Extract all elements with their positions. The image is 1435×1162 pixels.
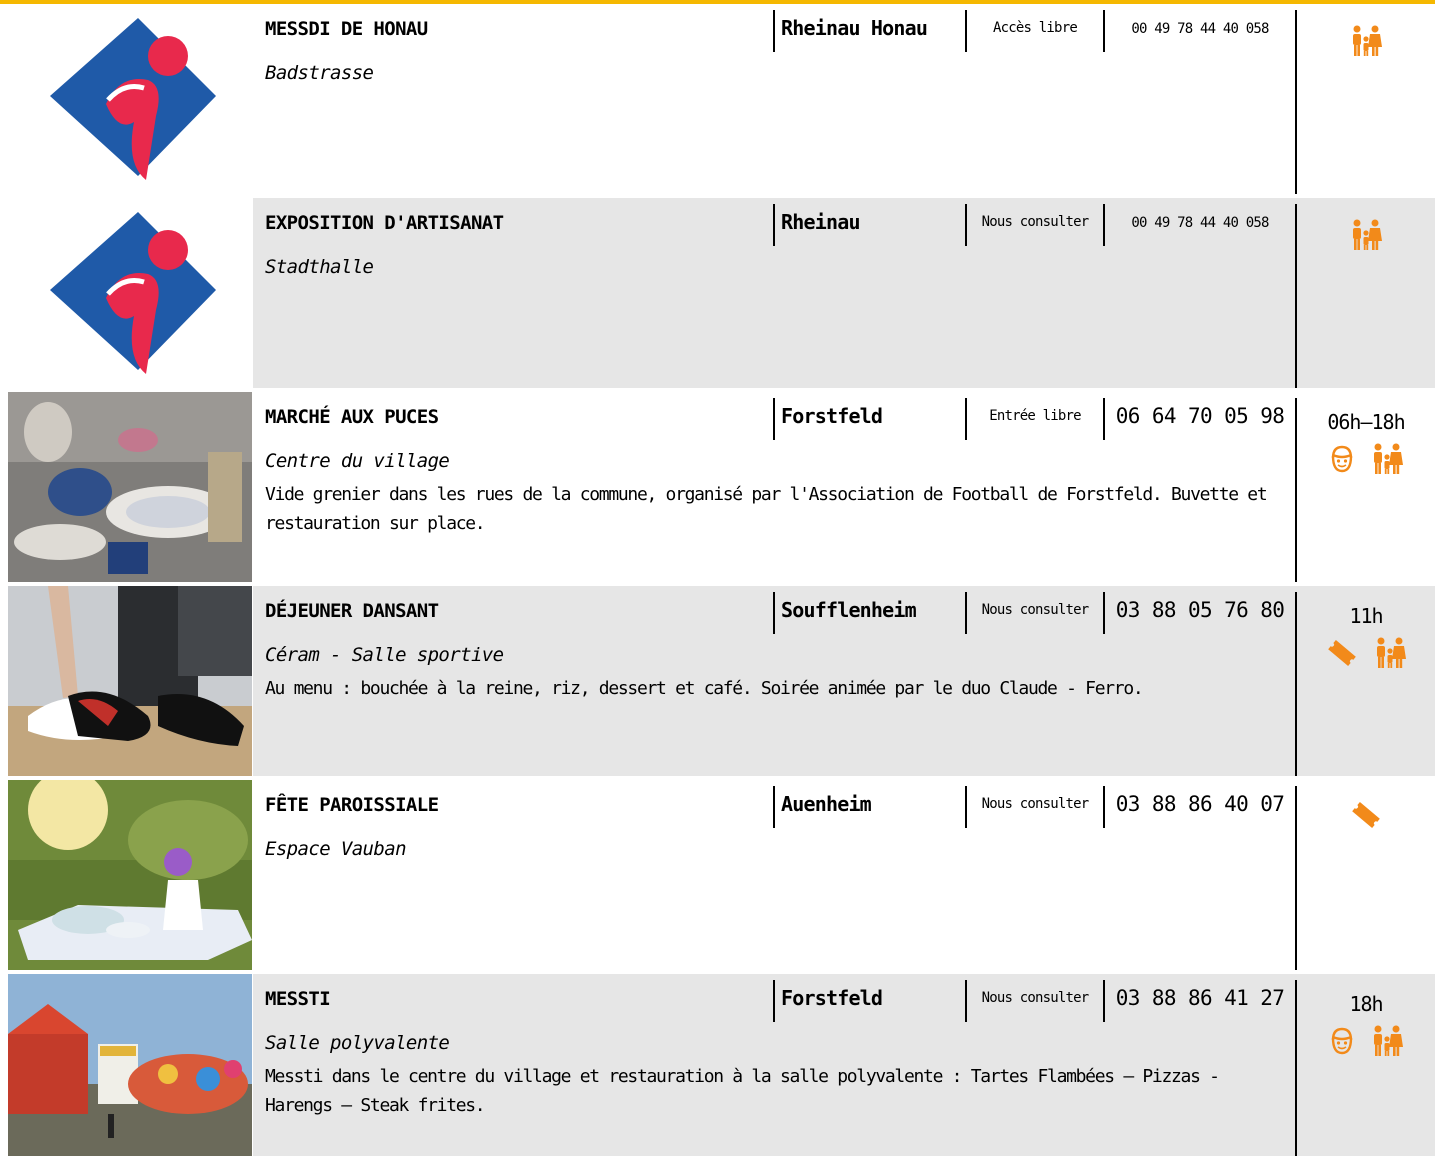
event-description: Vide grenier dans les rues de la commune… [265, 484, 1268, 534]
event-price: Nous consulter [981, 214, 1090, 230]
event-place: Centre du village [265, 450, 450, 472]
event-phone[interactable]: 00 49 78 44 40 058 [1105, 215, 1295, 231]
event-icons [1297, 800, 1435, 830]
event-title[interactable]: MARCHÉ AUX PUCES [265, 406, 439, 428]
event-phone[interactable]: 06 64 70 05 98 [1105, 404, 1295, 428]
event-title[interactable]: EXPOSITION D'ARTISANAT [265, 212, 504, 234]
event-row[interactable]: DÉJEUNER DANSANT Céram - Salle sportive … [0, 586, 1435, 776]
event-place: Espace Vauban [265, 838, 407, 860]
event-icons [1297, 218, 1435, 252]
funfair-photo [8, 974, 252, 1156]
event-time: 18h [1349, 992, 1383, 1016]
event-row[interactable]: EXPOSITION D'ARTISANAT Stadthalle Rheina… [0, 198, 1435, 388]
event-price: Entrée libre [989, 408, 1081, 424]
event-row[interactable]: FÊTE PAROISSIALE Espace Vauban Auenheim … [0, 780, 1435, 970]
event-row[interactable]: MESSTI Salle polyvalente Messti dans le … [0, 974, 1435, 1156]
garden-table-photo [8, 780, 252, 970]
family-icon [1349, 218, 1383, 252]
event-title[interactable]: FÊTE PAROISSIALE [265, 794, 439, 816]
event-icons [1297, 1024, 1435, 1058]
event-title[interactable]: MESSTI [265, 988, 331, 1010]
ticket-icon [1349, 800, 1383, 830]
event-city: Rheinau [781, 210, 860, 234]
event-row[interactable]: MESSDI DE HONAU Badstrasse Rheinau Honau… [0, 4, 1435, 194]
event-price: Nous consulter [981, 796, 1090, 812]
event-city: Forstfeld [781, 404, 883, 428]
event-phone[interactable]: 03 88 05 76 80 [1105, 598, 1295, 622]
event-place: Badstrasse [265, 62, 374, 84]
family-icon [1370, 1024, 1404, 1058]
event-phone[interactable]: 00 49 78 44 40 058 [1105, 21, 1295, 37]
event-city: Forstfeld [781, 986, 883, 1010]
dance-shoes-photo [8, 586, 252, 776]
event-icons [1297, 636, 1435, 670]
child-icon [1328, 1026, 1356, 1056]
child-icon [1328, 444, 1356, 474]
event-list: MESSDI DE HONAU Badstrasse Rheinau Honau… [0, 4, 1435, 1156]
column-divider [773, 592, 775, 634]
event-city: Soufflenheim [781, 598, 917, 622]
event-price: Accès libre [993, 20, 1078, 36]
event-city: Rheinau Honau [781, 16, 928, 40]
event-phone[interactable]: 03 88 86 40 07 [1105, 792, 1295, 816]
event-place: Céram - Salle sportive [265, 644, 504, 666]
event-place: Stadthalle [265, 256, 374, 278]
column-divider [773, 786, 775, 828]
event-icons [1297, 24, 1435, 58]
event-row[interactable]: MARCHÉ AUX PUCES Centre du village Vide … [0, 392, 1435, 582]
ticket-icon [1325, 638, 1359, 668]
event-title[interactable]: MESSDI DE HONAU [265, 18, 428, 40]
event-price: Nous consulter [981, 602, 1090, 618]
column-divider [773, 10, 775, 52]
event-place: Salle polyvalente [265, 1032, 450, 1054]
column-divider [773, 204, 775, 246]
tourist-office-logo [8, 198, 252, 388]
family-icon [1370, 442, 1404, 476]
event-icons [1297, 442, 1435, 476]
column-divider [773, 980, 775, 1022]
event-city: Auenheim [781, 792, 872, 816]
event-phone[interactable]: 03 88 86 41 27 [1105, 986, 1295, 1010]
event-price: Nous consulter [981, 990, 1090, 1006]
family-icon [1349, 24, 1383, 58]
tourist-office-logo [8, 4, 252, 194]
event-description: Messti dans le centre du village et rest… [265, 1066, 1220, 1116]
flea-market-photo [8, 392, 252, 582]
event-time: 11h [1349, 604, 1383, 628]
event-description: Au menu : bouchée à la reine, riz, desse… [265, 678, 1144, 699]
event-time: 06h–18h [1327, 410, 1405, 434]
family-icon [1373, 636, 1407, 670]
column-divider [773, 398, 775, 440]
event-title[interactable]: DÉJEUNER DANSANT [265, 600, 439, 622]
